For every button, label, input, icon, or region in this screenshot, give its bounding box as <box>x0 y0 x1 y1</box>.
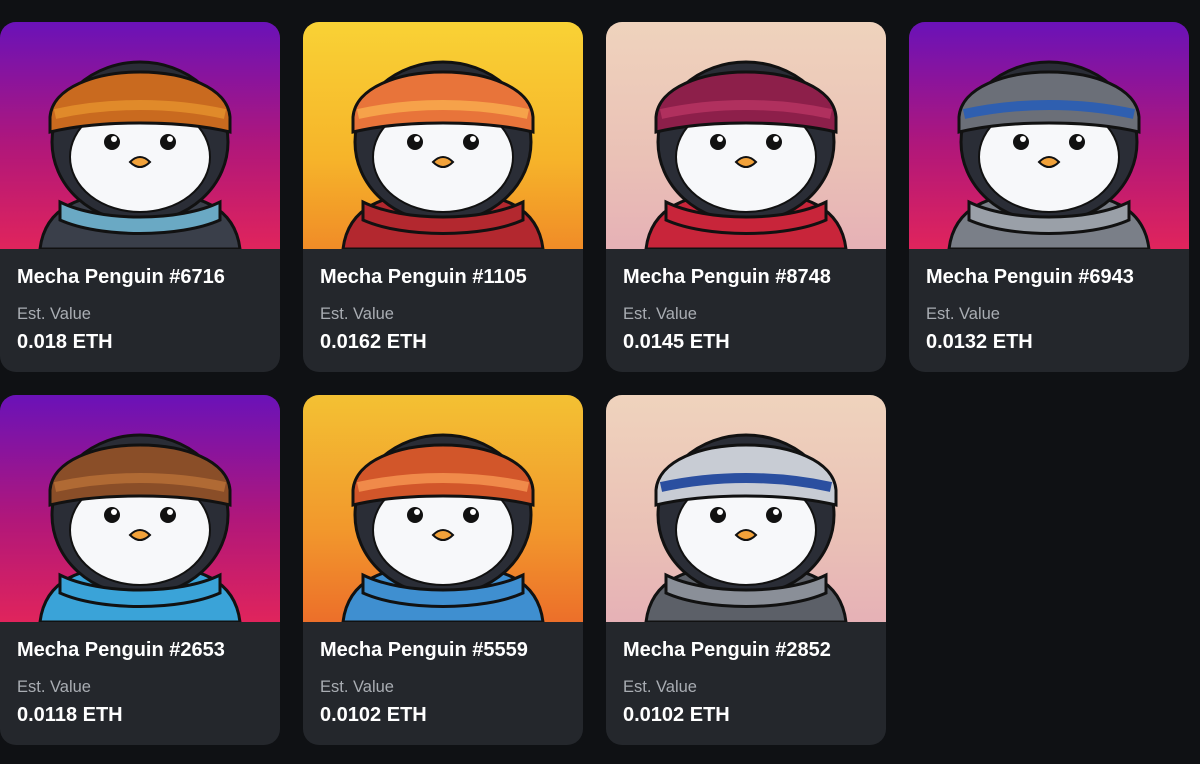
nft-image <box>909 22 1189 249</box>
nft-name: Mecha Penguin #1105 <box>320 266 527 288</box>
penguin-illustration <box>38 60 242 249</box>
est-value: 0.0145 ETH <box>623 331 730 353</box>
est-value-label: Est. Value <box>623 305 697 323</box>
penguin-illustration <box>644 60 848 249</box>
nft-image <box>0 395 280 622</box>
nft-name: Mecha Penguin #5559 <box>320 639 528 661</box>
est-value: 0.0162 ETH <box>320 331 427 353</box>
penguin-illustration <box>947 60 1151 249</box>
est-value-label: Est. Value <box>926 305 1000 323</box>
nft-name: Mecha Penguin #8748 <box>623 266 831 288</box>
est-value: 0.018 ETH <box>17 331 113 353</box>
penguin-illustration <box>341 433 545 622</box>
nft-image <box>0 22 280 249</box>
est-value: 0.0102 ETH <box>320 704 427 726</box>
nft-name: Mecha Penguin #2653 <box>17 639 225 661</box>
nft-card[interactable]: Mecha Penguin #8748 Est. Value 0.0145 ET… <box>606 22 886 372</box>
nft-image <box>606 22 886 249</box>
nft-card[interactable]: Mecha Penguin #2852 Est. Value 0.0102 ET… <box>606 395 886 745</box>
nft-name: Mecha Penguin #6716 <box>17 266 225 288</box>
nft-card[interactable]: Mecha Penguin #6716 Est. Value 0.018 ETH <box>0 22 280 372</box>
est-value-label: Est. Value <box>320 305 394 323</box>
penguin-illustration <box>644 433 848 622</box>
est-value-label: Est. Value <box>17 678 91 696</box>
est-value-label: Est. Value <box>623 678 697 696</box>
est-value: 0.0102 ETH <box>623 704 730 726</box>
nft-grid: Mecha Penguin #6716 Est. Value 0.018 ETH… <box>0 0 1200 764</box>
nft-card[interactable]: Mecha Penguin #2653 Est. Value 0.0118 ET… <box>0 395 280 745</box>
est-value-label: Est. Value <box>320 678 394 696</box>
nft-card[interactable]: Mecha Penguin #1105 Est. Value 0.0162 ET… <box>303 22 583 372</box>
penguin-illustration <box>341 60 545 249</box>
nft-name: Mecha Penguin #2852 <box>623 639 831 661</box>
nft-image <box>606 395 886 622</box>
est-value: 0.0118 ETH <box>17 704 123 726</box>
penguin-illustration <box>38 433 242 622</box>
nft-image <box>303 22 583 249</box>
est-value: 0.0132 ETH <box>926 331 1033 353</box>
nft-card[interactable]: Mecha Penguin #5559 Est. Value 0.0102 ET… <box>303 395 583 745</box>
est-value-label: Est. Value <box>17 305 91 323</box>
nft-name: Mecha Penguin #6943 <box>926 266 1134 288</box>
nft-card[interactable]: Mecha Penguin #6943 Est. Value 0.0132 ET… <box>909 22 1189 372</box>
nft-image <box>303 395 583 622</box>
